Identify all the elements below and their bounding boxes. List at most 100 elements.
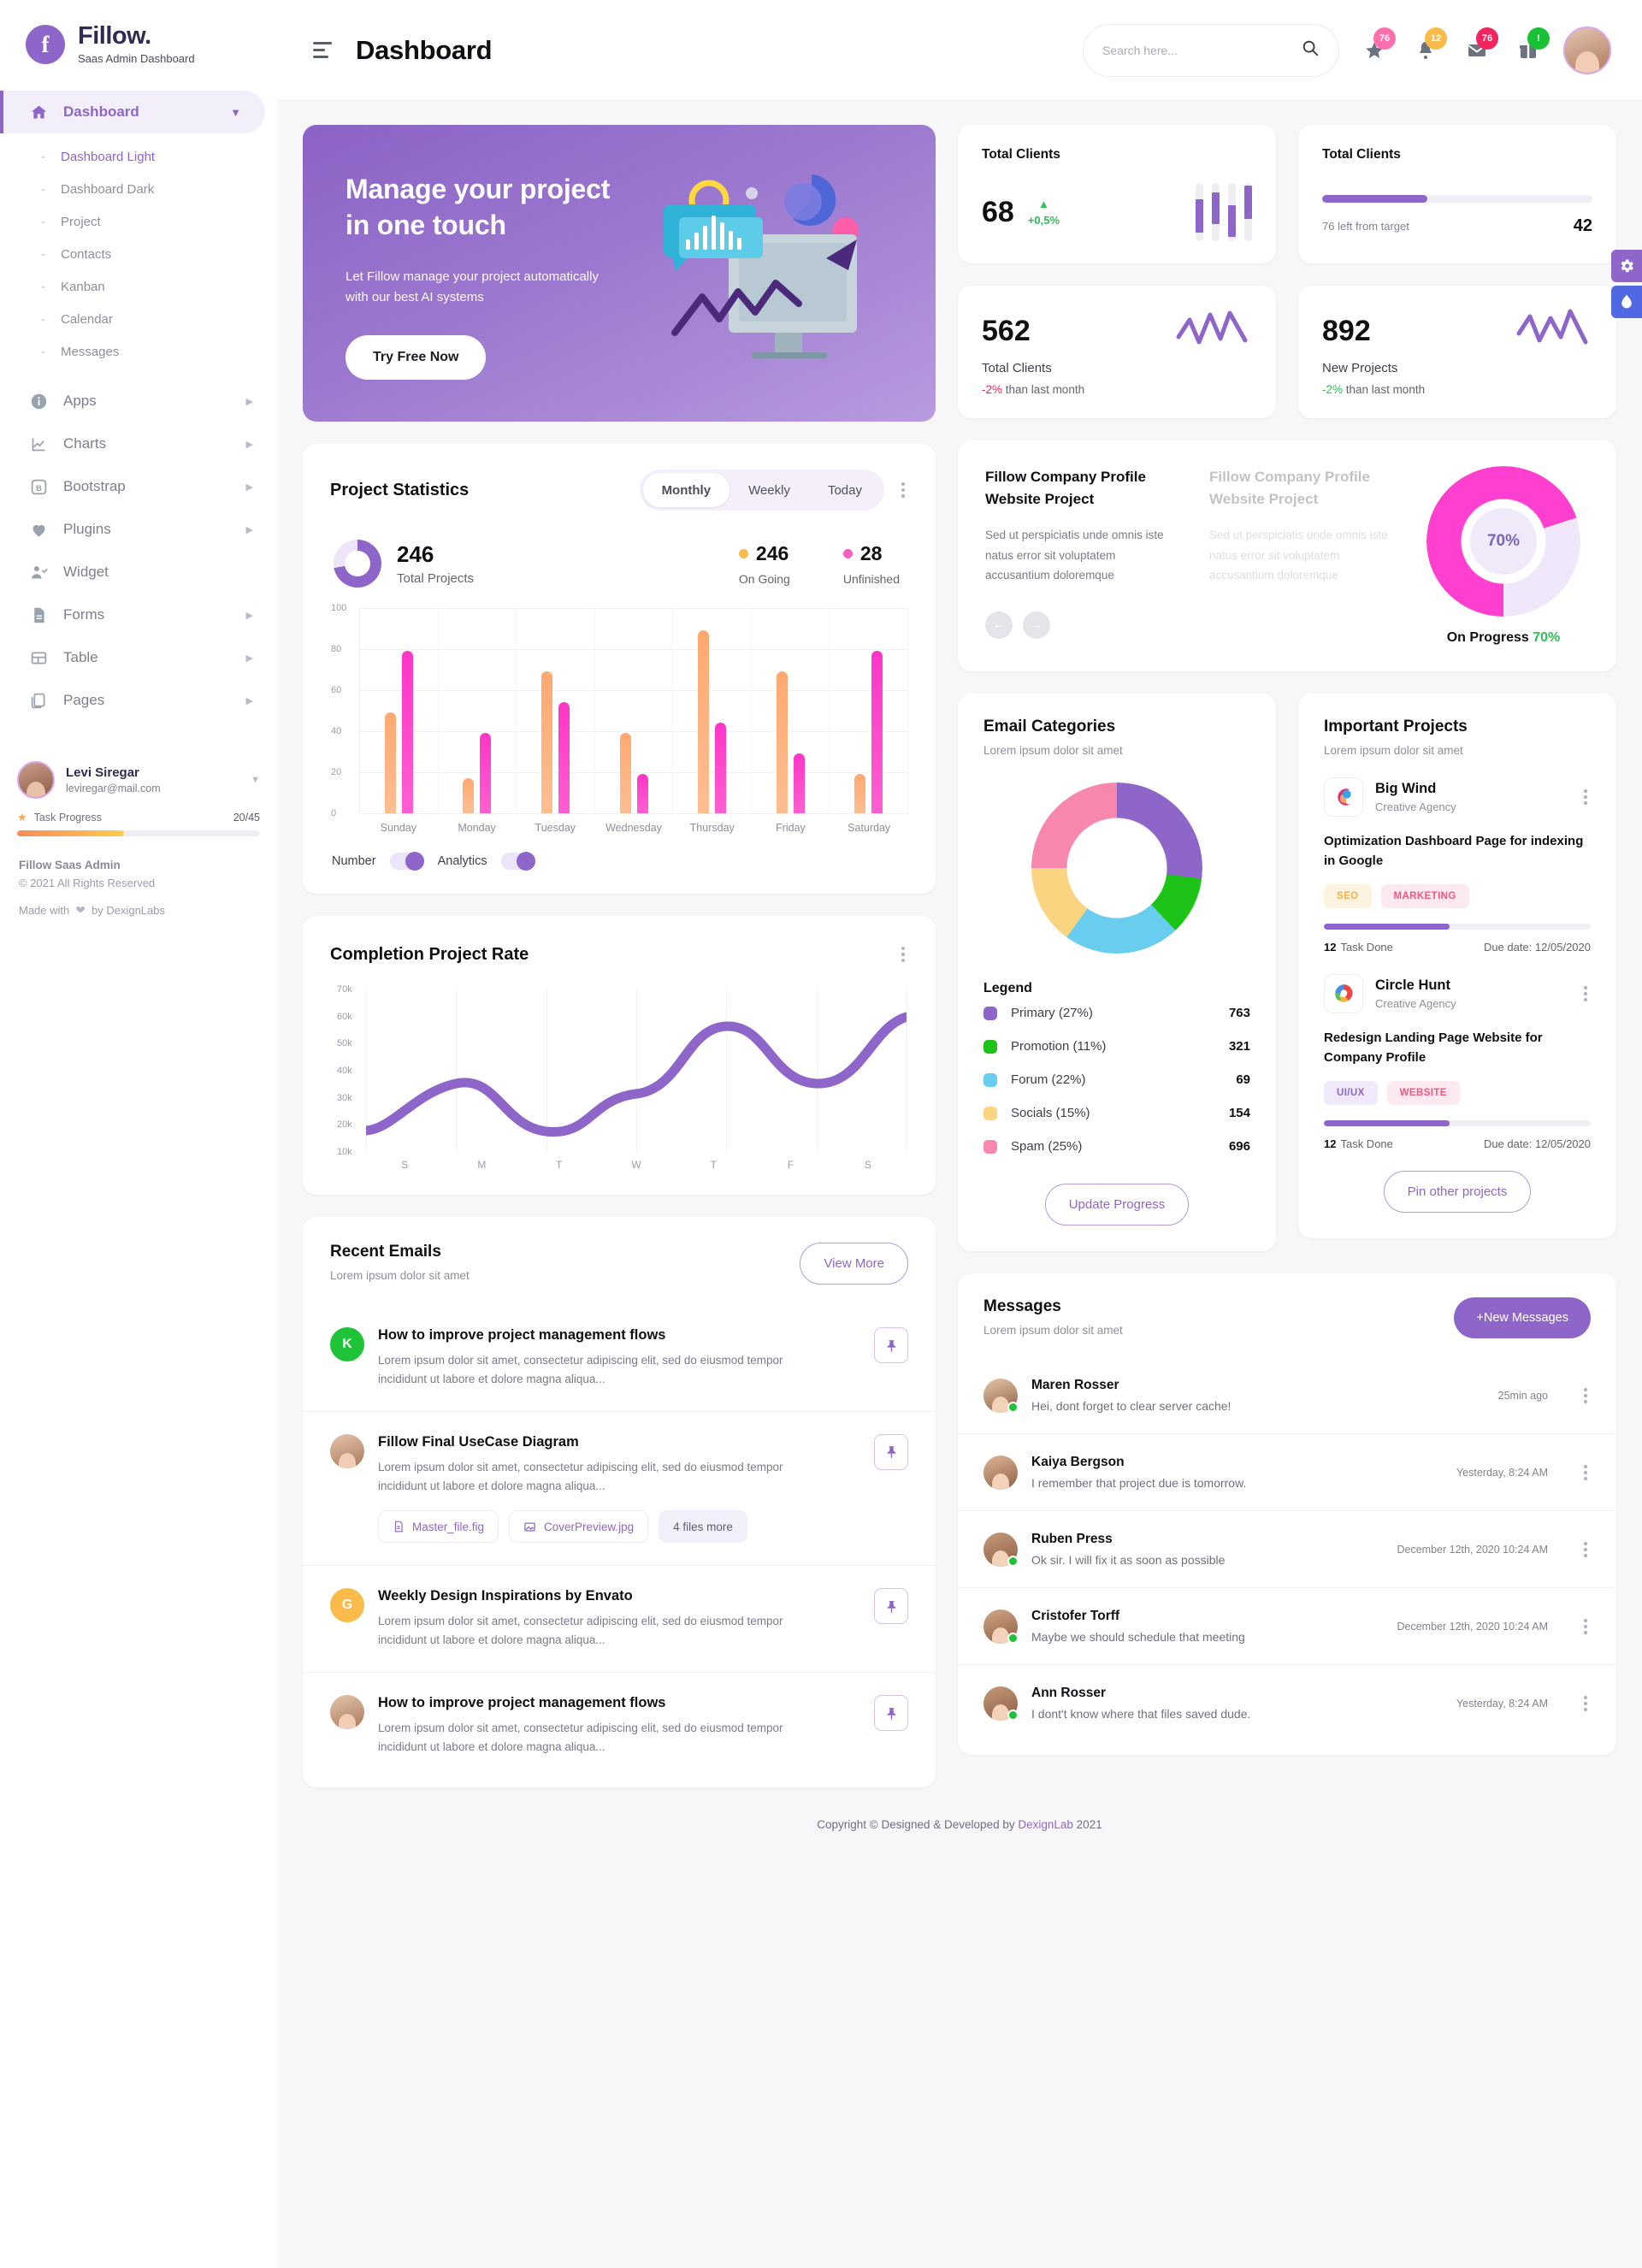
sidebar-subitem-project[interactable]: - Project [0, 205, 277, 238]
email-row[interactable]: Fillow Final UseCase Diagram Lorem ipsum… [303, 1410, 936, 1566]
sidebar-subitem-label: Calendar [61, 311, 113, 327]
next-button[interactable]: → [1023, 611, 1050, 639]
legend-dot [738, 548, 748, 558]
completion-rate-chart: 70k 60k 50k 40k 30k 20k 10k [337, 984, 907, 1157]
sidebar-item-widget[interactable]: Widget [0, 551, 277, 594]
droplet-icon[interactable] [1611, 286, 1642, 318]
menu-toggle-button[interactable] [313, 42, 332, 58]
more-options-icon[interactable] [1580, 784, 1591, 810]
project-item[interactable]: Circle Hunt Creative Agency Redesign Lan… [1298, 974, 1616, 1150]
card-title: Important Projects [1324, 718, 1468, 735]
tag-uiux[interactable]: UI/UX [1324, 1081, 1378, 1105]
message-row[interactable]: Ruben Press Ok sir. I will fix it as soo… [958, 1510, 1616, 1587]
sidebar-item-charts[interactable]: Charts ▶ [0, 422, 277, 465]
project-agency: Creative Agency [1375, 800, 1456, 813]
tag-marketing[interactable]: MARKETING [1380, 884, 1469, 908]
more-options-icon[interactable] [1580, 981, 1591, 1007]
sidebar-subitem-contacts[interactable]: - Contacts [0, 238, 277, 270]
message-row[interactable]: Cristofer Torff Maybe we should schedule… [958, 1587, 1616, 1664]
attachment-chip[interactable]: CoverPreview.jpg [509, 1510, 649, 1544]
stat-delta-suffix: than last month [1345, 383, 1426, 396]
sidebar-subnav: - Dashboard Light - Dashboard Dark - Projec… [0, 133, 277, 380]
envelope-icon[interactable]: 76 [1461, 27, 1498, 67]
sidebar-item-table[interactable]: Table ▶ [0, 636, 277, 679]
tag-website[interactable]: WEBSITE [1386, 1081, 1460, 1105]
toggle-number[interactable] [389, 852, 424, 871]
more-options-icon[interactable] [1580, 1383, 1591, 1409]
more-options-icon[interactable] [1580, 1460, 1591, 1485]
email-row[interactable]: G Weekly Design Inspirations by Envato L… [303, 1565, 936, 1672]
more-options-icon[interactable] [898, 477, 908, 503]
gear-icon[interactable] [1611, 250, 1642, 282]
tab-monthly[interactable]: Monthly [642, 473, 730, 507]
bar-group [673, 608, 752, 813]
toggle-analytics[interactable] [500, 852, 535, 871]
sidebar-item-bootstrap[interactable]: B Bootstrap ▶ [0, 465, 277, 508]
sidebar-item-label: Dashboard [63, 103, 139, 120]
avatar[interactable] [1563, 26, 1611, 74]
pin-icon[interactable] [874, 1588, 908, 1625]
message-row[interactable]: Kaiya Bergson I remember that project du… [958, 1433, 1616, 1510]
tag-seo[interactable]: SEO [1324, 884, 1372, 908]
email-row[interactable]: K How to improve project management flow… [303, 1305, 936, 1411]
chevron-down-icon[interactable]: ▼ [251, 775, 260, 785]
avatar [17, 761, 55, 799]
project-item[interactable]: Big Wind Creative Agency Optimization Da… [1298, 777, 1616, 954]
bar-group [360, 608, 439, 813]
attachment-chip[interactable]: Master_file.fig [378, 1510, 499, 1544]
email-row[interactable]: How to improve project management flows … [303, 1672, 936, 1779]
search-input[interactable] [1102, 43, 1292, 57]
sidebar-item-plugins[interactable]: Plugins ▶ [0, 508, 277, 551]
email-preview: Lorem ipsum dolor sit amet, consectetur … [378, 1615, 783, 1647]
new-messages-button[interactable]: +New Messages [1454, 1297, 1591, 1338]
sidebar-subitem-dashboard-light[interactable]: - Dashboard Light [0, 140, 277, 173]
message-row[interactable]: Maren Rosser Hei, dont forget to clear s… [958, 1357, 1616, 1433]
sidebar-nav: Dashboard ▼ - Dashboard Light - Dashboard … [0, 91, 277, 722]
file-icon [394, 1521, 403, 1533]
sidebar-item-apps[interactable]: Apps ▶ [0, 380, 277, 422]
more-options-icon[interactable] [898, 942, 908, 967]
pin-icon[interactable] [874, 1327, 908, 1363]
search-icon[interactable] [1301, 38, 1320, 62]
sidebar-subitem-calendar[interactable]: - Calendar [0, 303, 277, 335]
tab-weekly[interactable]: Weekly [729, 473, 809, 507]
update-progress-button[interactable]: Update Progress [1044, 1184, 1190, 1226]
status-badge: 12 [1425, 27, 1447, 50]
sidebar-user-card[interactable]: Levi Siregar leviregar@mail.com ▼ ★ Task… [17, 746, 260, 836]
sidebar-subitem-dashboard-dark[interactable]: - Dashboard Dark [0, 173, 277, 205]
dash-icon: - [41, 149, 45, 164]
sidebar-subitem-messages[interactable]: - Messages [0, 335, 277, 368]
footer-link[interactable]: DexignLab [1018, 1818, 1073, 1831]
prev-button[interactable]: ← [985, 611, 1013, 639]
view-more-button[interactable]: View More [800, 1243, 908, 1285]
pin-icon[interactable] [874, 1695, 908, 1732]
try-free-now-button[interactable]: Try Free Now [346, 335, 487, 381]
star-icon[interactable]: 76 [1358, 27, 1396, 67]
gift-icon[interactable]: ! [1512, 27, 1550, 67]
project-progress-bar [1324, 1120, 1591, 1126]
legend-value: 69 [1236, 1072, 1250, 1087]
card-title: Project Statistics [330, 480, 470, 499]
project-title-line1: Fillow Company Profile [985, 469, 1146, 485]
brand[interactable]: f Fillow. Saas Admin Dashboard [0, 0, 277, 65]
message-row[interactable]: Ann Rosser I dont't know where that file… [958, 1664, 1616, 1741]
x-axis-label: T [556, 1159, 563, 1171]
more-options-icon[interactable] [1580, 1614, 1591, 1639]
email-subject: How to improve project management flows [378, 1695, 666, 1711]
attachment-label: Master_file.fig [412, 1520, 485, 1533]
sidebar-item-pages[interactable]: Pages ▶ [0, 679, 277, 722]
legend-value: 763 [1228, 1006, 1250, 1020]
sidebar-item-forms[interactable]: Forms ▶ [0, 594, 277, 636]
bell-icon[interactable]: 12 [1409, 27, 1447, 67]
more-options-icon[interactable] [1580, 1691, 1591, 1716]
x-axis-label: Friday [776, 822, 806, 834]
sidebar-item-dashboard[interactable]: Dashboard ▼ [0, 91, 265, 133]
sidebar-subitem-kanban[interactable]: - Kanban [0, 270, 277, 303]
search-box[interactable] [1083, 23, 1339, 77]
tab-today[interactable]: Today [809, 473, 881, 507]
attachment-chip[interactable]: 4 files more [659, 1510, 747, 1544]
circle-hunt-logo-icon [1335, 984, 1353, 1002]
pin-icon[interactable] [874, 1433, 908, 1470]
pin-other-projects-button[interactable]: Pin other projects [1383, 1171, 1532, 1213]
more-options-icon[interactable] [1580, 1537, 1591, 1562]
